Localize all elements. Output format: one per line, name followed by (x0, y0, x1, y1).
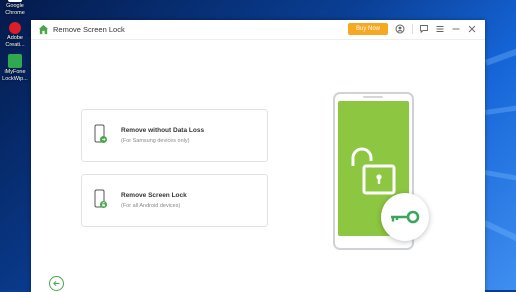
option-title: Remove Screen Lock (121, 192, 187, 199)
back-button[interactable] (49, 276, 64, 291)
home-icon[interactable] (38, 24, 49, 35)
titlebar-separator (412, 24, 413, 34)
wallpaper-ray (485, 32, 516, 66)
buy-now-button[interactable]: Buy Now (348, 23, 388, 35)
key-badge (381, 193, 429, 241)
menu-icon[interactable] (434, 23, 446, 35)
wallpaper-ray (484, 170, 516, 186)
app-window: Remove Screen Lock Buy Now Remove withou… (31, 20, 485, 292)
desktop-icon-google-chrome[interactable]: Google Chrome (0, 0, 30, 16)
adobe-icon (9, 22, 21, 34)
phone-unlock-icon (94, 189, 107, 208)
close-icon[interactable] (466, 23, 478, 35)
wallpaper-ray (485, 101, 516, 115)
desktop-icon-label: Adobe Creati... (5, 35, 25, 48)
phone-data-icon (94, 124, 107, 143)
chrome-icon (8, 0, 22, 2)
option-remove-screen-lock[interactable]: Remove Screen Lock (For all Android devi… (81, 174, 268, 227)
feedback-icon[interactable] (418, 23, 430, 35)
option-subtitle: (For Samsung devices only) (121, 138, 190, 144)
key-icon (391, 210, 420, 224)
app-title: Remove Screen Lock (53, 25, 125, 34)
wallpaper-ray (482, 220, 516, 251)
arrow-left-icon (53, 280, 60, 287)
minimize-icon[interactable] (450, 23, 462, 35)
option-remove-without-data-loss[interactable]: Remove without Data Loss (For Samsung de… (81, 109, 268, 162)
phone-speaker (363, 96, 383, 98)
desktop-icon-label: Google Chrome (5, 3, 25, 16)
account-icon[interactable] (394, 23, 406, 35)
title-bar: Remove Screen Lock Buy Now (31, 20, 485, 40)
desktop-icon-imyfone[interactable]: iMyFone LockWip... (0, 54, 30, 82)
desktop-icon-label: iMyFone LockWip... (2, 69, 28, 82)
imyfone-icon (8, 54, 22, 68)
option-subtitle: (For all Android devices) (121, 203, 181, 209)
option-title: Remove without Data Loss (121, 127, 205, 134)
desktop-icon-adobe[interactable]: Adobe Creati... (0, 22, 30, 48)
